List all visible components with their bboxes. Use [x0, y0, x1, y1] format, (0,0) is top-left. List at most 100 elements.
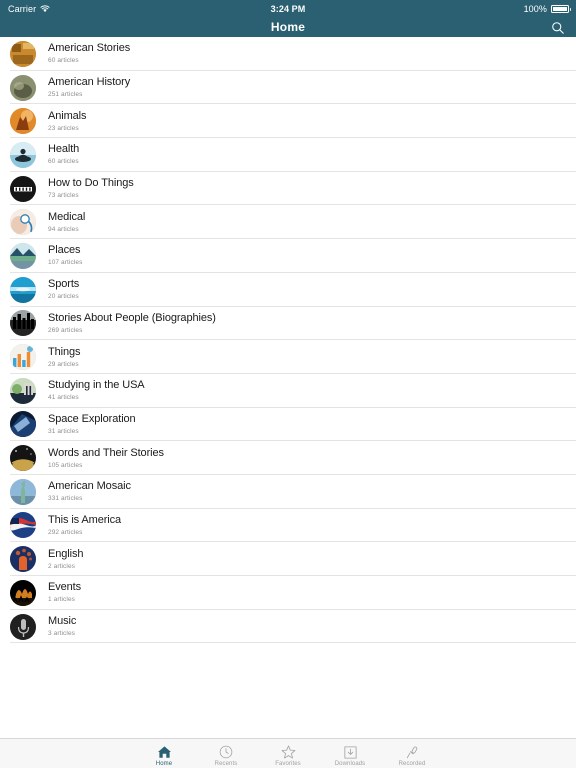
navigation-bar: Home: [0, 17, 576, 37]
list-item-title: Space Exploration: [48, 412, 136, 425]
list-item-text: English 2 articles: [48, 548, 83, 571]
tab-home[interactable]: Home: [133, 744, 195, 767]
tab-label: Recents: [214, 761, 238, 767]
mountain-lake-icon: [10, 242, 36, 269]
list-item-subtitle: 60 articles: [48, 158, 79, 166]
category-list[interactable]: American Stories 60 articles American Hi…: [0, 37, 576, 738]
list-item-title: American History: [48, 76, 131, 89]
tab-label: Favorites: [275, 761, 301, 767]
home-icon: [157, 744, 172, 759]
bison-painting-icon: [10, 74, 36, 101]
list-item[interactable]: Medical 94 articles: [0, 205, 576, 240]
city-skyline-dark-icon: [10, 310, 36, 337]
list-item-title: Places: [48, 244, 81, 257]
list-item[interactable]: Studying in the USA 41 articles: [0, 373, 576, 408]
list-item[interactable]: Events 1 articles: [0, 576, 576, 610]
list-item-text: Words and Their Stories 105 articles: [48, 447, 164, 470]
clock-icon: [219, 744, 233, 759]
list-item-subtitle: 41 articles: [48, 394, 79, 402]
list-item-title: Events: [48, 581, 82, 594]
list-item-subtitle: 251 articles: [48, 91, 83, 99]
list-item-text: Things 29 articles: [48, 346, 81, 369]
list-item[interactable]: Space Exploration 31 articles: [0, 407, 576, 442]
list-item[interactable]: English 2 articles: [0, 542, 576, 576]
spacecraft-blue-icon: [10, 411, 36, 438]
status-bar-time: 3:24 PM: [270, 3, 306, 14]
list-item-subtitle: 94 articles: [48, 225, 79, 233]
list-item-text: Animals 23 articles: [48, 109, 87, 133]
app-root: Carrier 3:24 PM 100% Home American Stori…: [0, 0, 576, 768]
list-item[interactable]: Music 3 articles: [0, 609, 576, 644]
list-item[interactable]: This is America 292 articles: [0, 508, 576, 543]
list-item-text: Space Exploration 31 articles: [48, 413, 136, 436]
head-thoughts-blue-icon: [10, 546, 36, 573]
list-item[interactable]: Sports 20 articles: [0, 272, 576, 307]
search-icon[interactable]: [549, 19, 567, 37]
list-item-subtitle: 73 articles: [48, 192, 79, 200]
list-item-subtitle: 269 articles: [48, 326, 83, 334]
meditation-silhouette-icon: [10, 141, 36, 168]
tab-recorded[interactable]: Recorded: [381, 744, 443, 767]
list-item-subtitle: 60 articles: [48, 57, 79, 65]
tab-downloads[interactable]: Downloads: [319, 744, 381, 767]
american-flag-icon: [10, 512, 36, 539]
list-item-text: How to Do Things 73 articles: [48, 177, 134, 200]
statue-of-liberty-icon: [10, 478, 36, 505]
list-item[interactable]: Health 60 articles: [0, 138, 576, 172]
list-item-subtitle: 1 articles: [48, 596, 76, 604]
deer-sunset-icon: [10, 108, 36, 135]
list-item-text: Health 60 articles: [48, 143, 79, 166]
list-item-text: American Mosaic 331 articles: [48, 480, 131, 503]
page-title: Home: [270, 20, 306, 34]
list-item[interactable]: Things 29 articles: [0, 340, 576, 374]
list-item-subtitle: 105 articles: [48, 461, 83, 469]
list-item[interactable]: American History 251 articles: [0, 70, 576, 105]
list-item[interactable]: Animals 23 articles: [0, 104, 576, 139]
list-item-text: Events 1 articles: [48, 581, 81, 604]
list-item[interactable]: Stories About People (Biographies) 269 a…: [0, 306, 576, 341]
list-item-subtitle: 20 articles: [48, 293, 79, 301]
list-item-text: Places 107 articles: [48, 244, 82, 267]
tab-bar: Home Recents Favorites Downloads Recorde…: [0, 738, 576, 768]
tab-label: Downloads: [334, 761, 366, 767]
howto-black-badge-icon: [10, 175, 36, 202]
list-item-subtitle: 31 articles: [48, 427, 79, 435]
list-item-title: Medical: [48, 210, 86, 223]
list-item[interactable]: How to Do Things 73 articles: [0, 171, 576, 206]
list-item-text: American History 251 articles: [48, 76, 130, 99]
list-item-subtitle: 23 articles: [48, 124, 79, 132]
list-item-text: Medical 94 articles: [48, 211, 85, 234]
list-item-text: Stories About People (Biographies) 269 a…: [48, 312, 216, 335]
list-item-subtitle: 29 articles: [48, 360, 79, 368]
battery-full-icon: [551, 4, 571, 13]
microphone-dark-icon: [10, 613, 36, 640]
list-item[interactable]: Words and Their Stories 105 articles: [0, 441, 576, 475]
list-item-title: Music: [48, 615, 77, 628]
list-item[interactable]: American Stories 60 articles: [0, 37, 576, 71]
stethoscope-hand-icon: [10, 209, 36, 236]
list-item-title: Health: [48, 143, 80, 156]
list-item-text: Studying in the USA 41 articles: [48, 379, 145, 402]
list-item-title: Animals: [48, 109, 87, 122]
battery-percent-label: 100%: [523, 3, 547, 14]
list-item-title: Stories About People (Biographies): [48, 311, 216, 324]
list-item-subtitle: 331 articles: [48, 495, 83, 503]
list-item-text: Music 3 articles: [48, 615, 76, 638]
status-bar: Carrier 3:24 PM 100%: [0, 0, 576, 17]
download-icon: [343, 744, 357, 759]
list-item[interactable]: American Mosaic 331 articles: [0, 474, 576, 509]
tab-favorites[interactable]: Favorites: [257, 744, 319, 767]
list-item-title: Words and Their Stories: [48, 446, 164, 459]
list-item-title: American Stories: [48, 42, 131, 55]
star-icon: [281, 744, 296, 759]
list-item-title: This is America: [48, 513, 122, 526]
tab-recents[interactable]: Recents: [195, 744, 257, 767]
list-item-title: American Mosaic: [48, 480, 131, 493]
dark-gold-book-icon: [10, 445, 36, 472]
colorful-infographic-icon: [10, 344, 36, 371]
old-photo-sepia-icon: [10, 40, 36, 67]
list-item-subtitle: 3 articles: [48, 630, 76, 638]
microphone-icon: [406, 744, 419, 759]
list-item-title: How to Do Things: [48, 177, 134, 190]
list-item[interactable]: Places 107 articles: [0, 239, 576, 273]
